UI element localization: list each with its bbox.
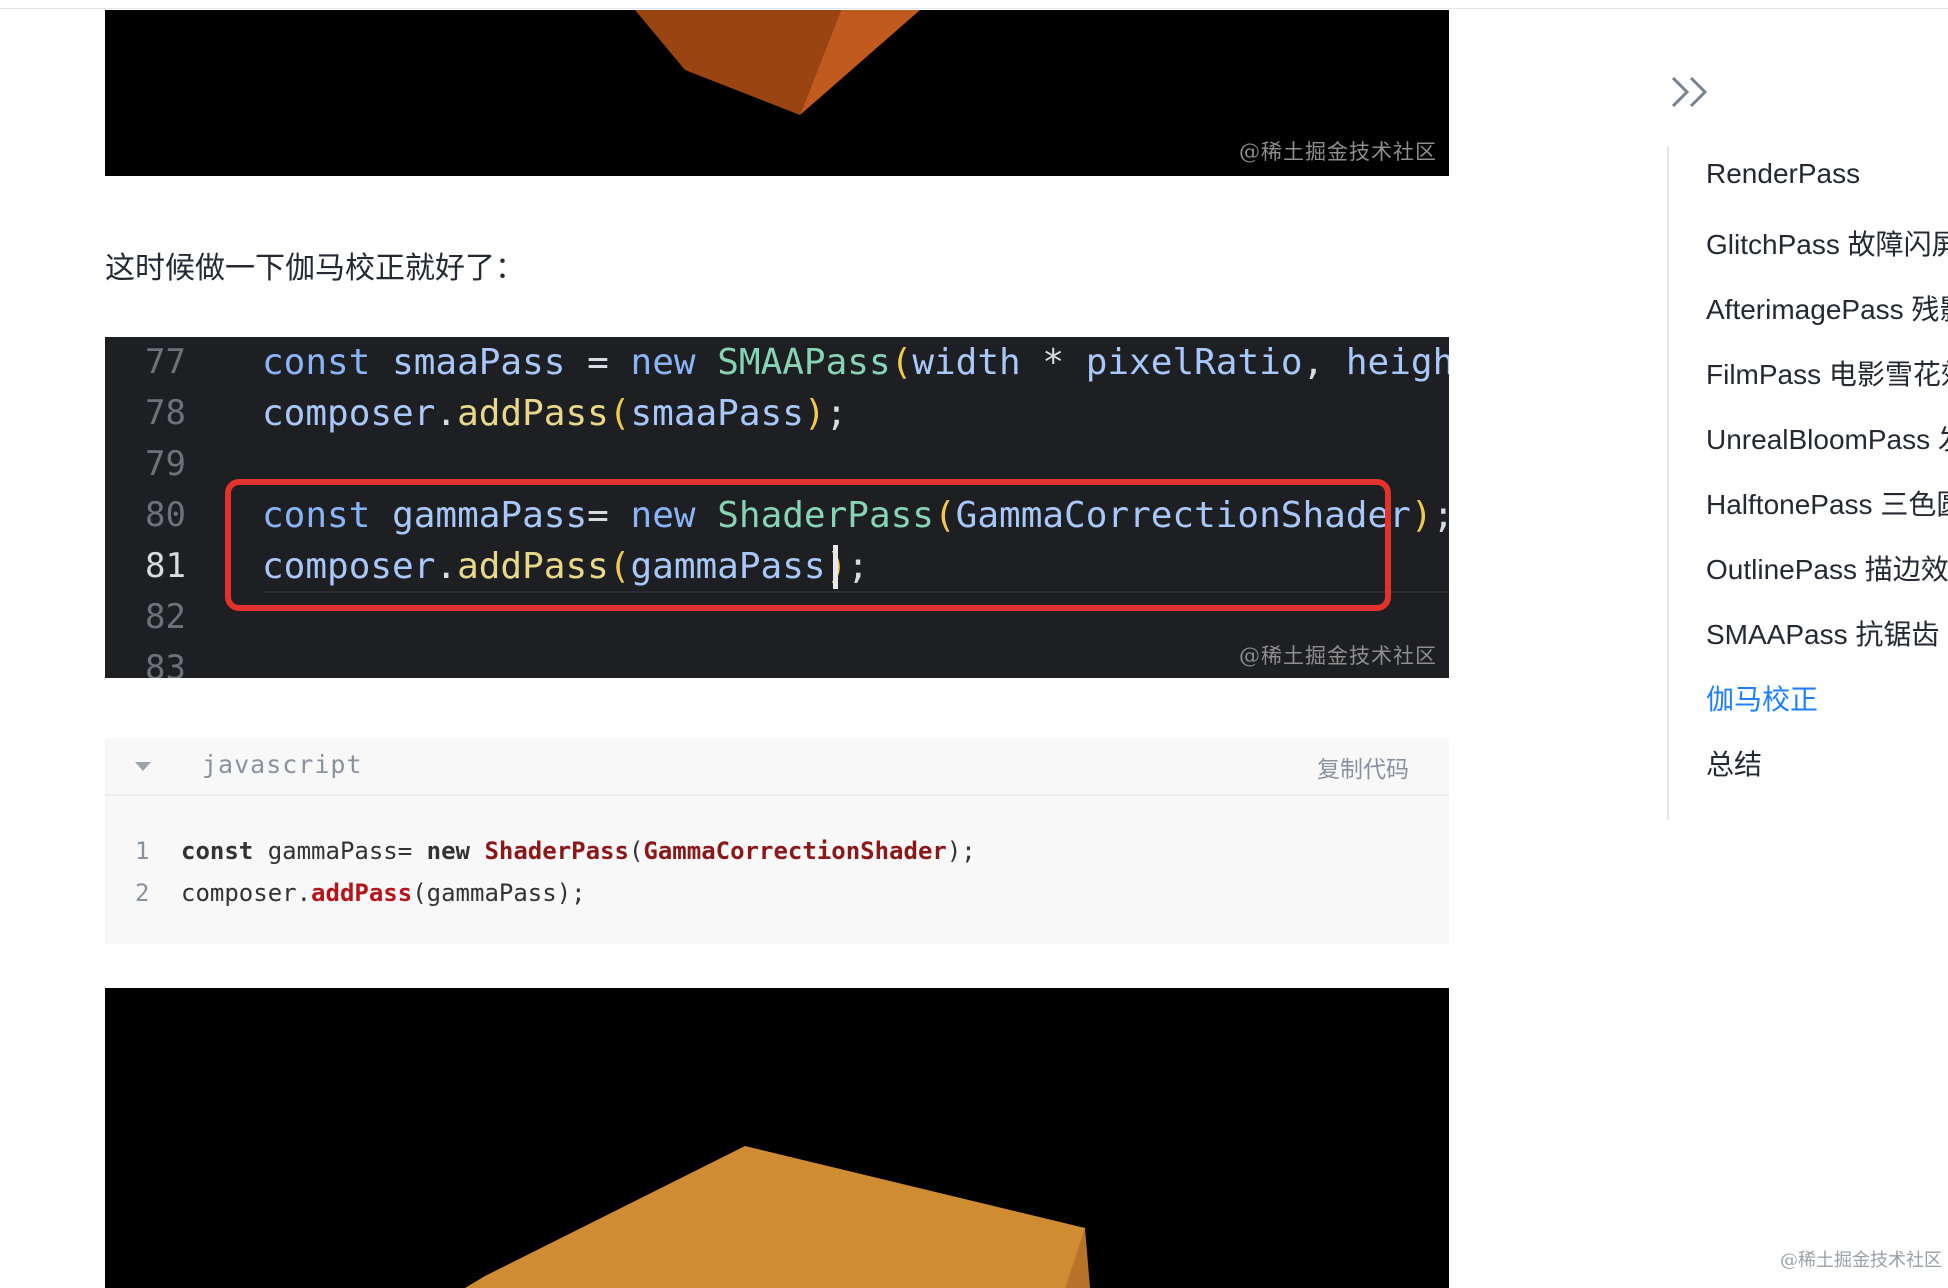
editor-line-number: 83 xyxy=(145,648,186,678)
toc-rail xyxy=(1667,146,1669,820)
orange-box-graphic xyxy=(465,1146,1090,1288)
article-paragraph: 这时候做一下伽马校正就好了： xyxy=(105,251,525,286)
toc-item[interactable]: AfterimagePass 残影 xyxy=(1706,288,1948,328)
toc-item[interactable]: HalftonePass 三色圆点 xyxy=(1706,483,1948,523)
copy-code-button[interactable]: 复制代码 xyxy=(1317,750,1409,784)
toc-item[interactable]: OutlinePass 描边效果 xyxy=(1706,548,1948,588)
toc-item[interactable]: RenderPass xyxy=(1706,158,1860,190)
code-block-header: javascript 复制代码 xyxy=(105,738,1449,796)
toc-item[interactable]: GlitchPass 故障闪屏 xyxy=(1706,223,1948,263)
editor-line-number: 77 xyxy=(145,342,186,382)
editor-line-number: 79 xyxy=(145,444,186,484)
article-image-top: @稀土掘金技术社区 xyxy=(105,10,1449,176)
code-text: const gammaPass= new ShaderPass(GammaCor… xyxy=(181,837,976,865)
header-divider xyxy=(0,8,1948,9)
code-text: composer.addPass(gammaPass); xyxy=(181,879,586,907)
text-cursor xyxy=(833,545,838,589)
toc-item[interactable]: SMAAPass 抗锯齿 xyxy=(1706,613,1939,653)
editor-line-number: 78 xyxy=(145,393,186,433)
page-watermark: @稀土掘金技术社区 xyxy=(1780,1250,1942,1271)
code-line: 2 composer.addPass(gammaPass); xyxy=(105,873,1449,913)
code-language-label: javascript xyxy=(202,750,363,779)
editor-line-number-active: 81 xyxy=(145,546,186,586)
code-line-number: 1 xyxy=(135,837,150,865)
toc-item[interactable]: FilmPass 电影雪花效果 xyxy=(1706,353,1948,393)
toc-item[interactable]: 总结 xyxy=(1706,743,1762,783)
code-block: javascript 复制代码 1 const gammaPass= new S… xyxy=(105,738,1449,944)
image-watermark: @稀土掘金技术社区 xyxy=(1239,140,1437,164)
image-watermark: @稀土掘金技术社区 xyxy=(1239,644,1437,668)
editor-line-number: 80 xyxy=(145,495,186,535)
editor-line-number: 82 xyxy=(145,597,186,637)
code-line-number: 2 xyxy=(135,879,150,907)
editor-line: 78 composer.addPass(smaaPass); xyxy=(105,388,1449,439)
collapse-caret-icon[interactable] xyxy=(135,762,151,771)
highlight-box xyxy=(225,479,1391,611)
editor-code: composer.addPass(smaaPass); xyxy=(262,393,848,434)
collapse-toc-icon[interactable] xyxy=(1670,74,1714,110)
editor-line: 77 const smaaPass = new SMAAPass(width *… xyxy=(105,337,1449,388)
toc-item-active[interactable]: 伽马校正 xyxy=(1706,678,1818,718)
toc-item[interactable]: UnrealBloomPass 发光 xyxy=(1706,418,1948,458)
article-image-bottom xyxy=(105,988,1449,1288)
code-editor-screenshot: 77 const smaaPass = new SMAAPass(width *… xyxy=(105,337,1449,678)
editor-code: const smaaPass = new SMAAPass(width * pi… xyxy=(262,342,1449,383)
code-line: 1 const gammaPass= new ShaderPass(GammaC… xyxy=(105,831,1449,871)
